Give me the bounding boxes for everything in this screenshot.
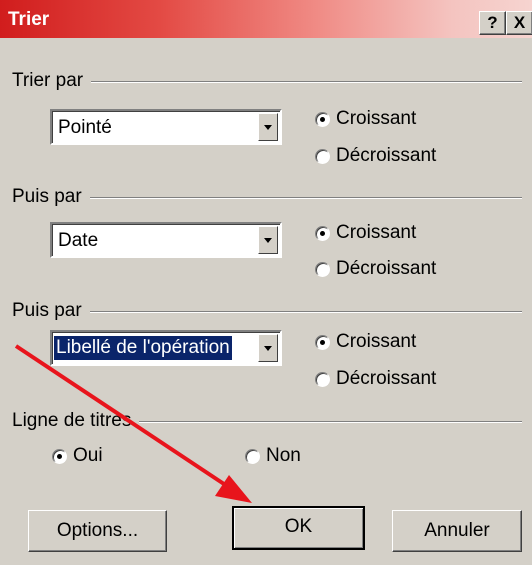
annotation-arrow [14, 344, 252, 503]
arrow-shaft [14, 344, 235, 492]
arrow-head [215, 475, 252, 503]
